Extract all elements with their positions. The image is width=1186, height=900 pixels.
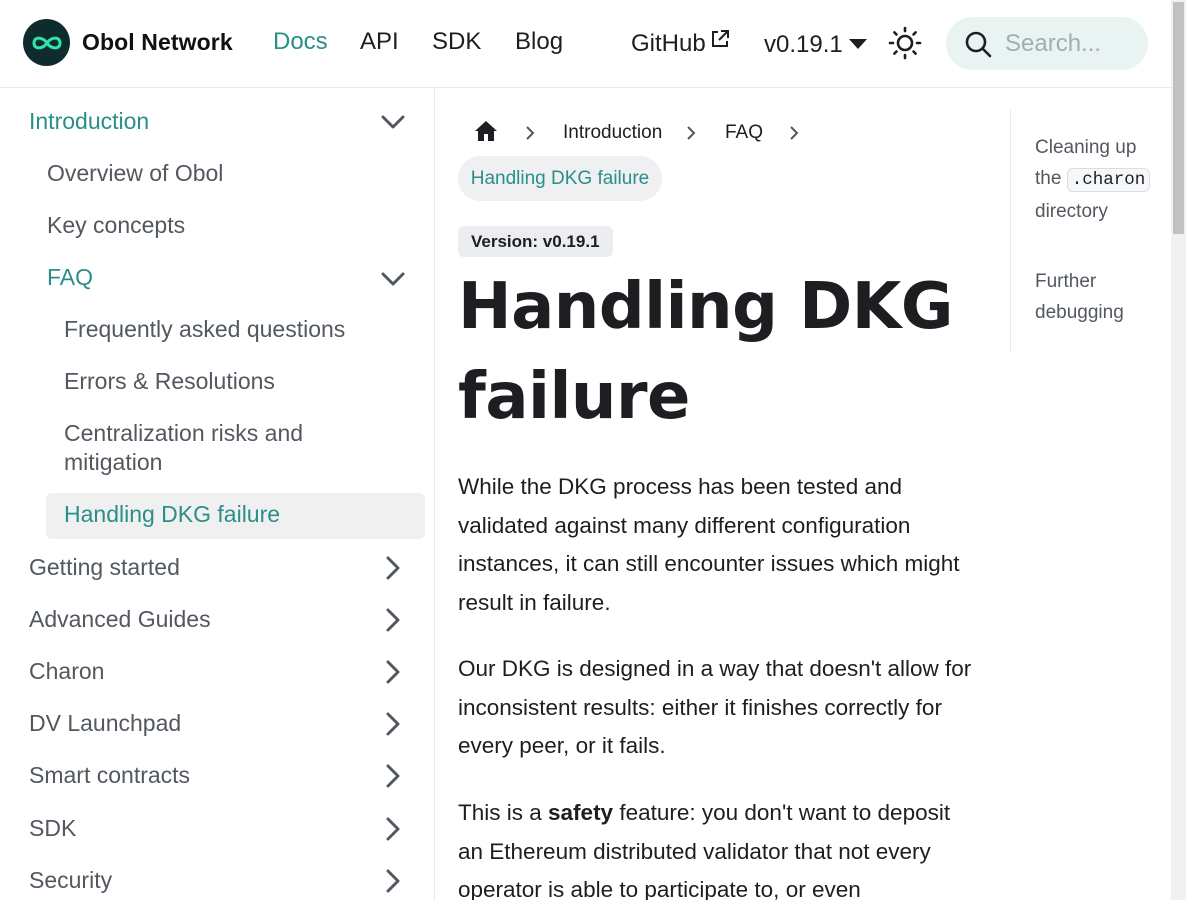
- brand-link[interactable]: Obol Network: [23, 19, 233, 66]
- sidebar: Introduction Overview of Obol Key concep…: [0, 88, 435, 900]
- chevron-right-icon[interactable]: [380, 659, 406, 685]
- obol-logo-icon: [23, 19, 70, 66]
- github-label: GitHub: [631, 30, 706, 57]
- chevron-right-icon[interactable]: [380, 711, 406, 737]
- sidebar-item-dv-launchpad[interactable]: DV Launchpad: [29, 709, 181, 738]
- paragraph-consistency: Our DKG is designed in a way that doesn'…: [458, 656, 972, 758]
- top-navbar: Obol Network Docs API SDK Blog GitHub v0…: [0, 0, 1171, 88]
- sidebar-item-overview[interactable]: Overview of Obol: [47, 159, 223, 188]
- sun-icon: [888, 26, 922, 60]
- nav-blog-link[interactable]: Blog: [515, 28, 563, 56]
- nav-sdk-link[interactable]: SDK: [432, 28, 481, 56]
- chevron-right-icon[interactable]: [380, 607, 406, 633]
- search-box[interactable]: [946, 17, 1148, 70]
- brand-title: Obol Network: [82, 29, 233, 55]
- toc-item-further-debugging[interactable]: Further debugging: [1035, 266, 1160, 328]
- caret-down-icon: [848, 28, 867, 56]
- page-title: Handling DKG failure: [458, 262, 978, 442]
- nav-docs-link[interactable]: Docs: [273, 28, 328, 56]
- nav-github-link[interactable]: GitHub: [631, 28, 730, 58]
- search-input[interactable]: [1005, 29, 1135, 58]
- chevron-right-icon[interactable]: [380, 763, 406, 789]
- chevron-down-icon[interactable]: [380, 109, 406, 135]
- theme-toggle-button[interactable]: [887, 25, 923, 61]
- breadcrumb-separator-icon: [789, 125, 799, 146]
- sidebar-item-errors[interactable]: Errors & Resolutions: [64, 367, 275, 396]
- sidebar-item-faq-questions[interactable]: Frequently asked questions: [64, 315, 345, 344]
- sidebar-item-smart-contracts[interactable]: Smart contracts: [29, 761, 190, 790]
- page-title-line-1: Handling DKG: [458, 270, 953, 344]
- toc-item-cleaning-up-suffix: directory: [1035, 201, 1108, 222]
- sidebar-item-introduction[interactable]: Introduction: [29, 107, 149, 136]
- nav-api-link[interactable]: API: [360, 28, 399, 56]
- chevron-right-icon[interactable]: [380, 555, 406, 581]
- page-title-line-2: failure: [458, 360, 690, 434]
- external-link-icon: [710, 28, 730, 56]
- breadcrumb-current: Handling DKG failure: [458, 156, 662, 201]
- breadcrumb-introduction[interactable]: Introduction: [563, 122, 662, 144]
- page-scrollbar[interactable]: [1171, 0, 1186, 900]
- breadcrumb-separator-icon: [525, 125, 535, 146]
- scrollbar-thumb[interactable]: [1173, 2, 1184, 234]
- table-of-contents: Cleaning up the .charon directory Furthe…: [1010, 110, 1170, 352]
- sidebar-item-advanced-guides[interactable]: Advanced Guides: [29, 605, 211, 634]
- sidebar-item-key-concepts[interactable]: Key concepts: [47, 211, 185, 240]
- version-label: v0.19.1: [764, 31, 843, 58]
- sidebar-item-security[interactable]: Security: [29, 866, 112, 895]
- safety-bold-text: safety: [548, 800, 614, 825]
- sidebar-item-sdk[interactable]: SDK: [29, 814, 76, 843]
- sidebar-item-dkg-failure[interactable]: Handling DKG failure: [64, 500, 280, 529]
- sidebar-item-faq[interactable]: FAQ: [47, 263, 93, 292]
- version-badge: Version: v0.19.1: [458, 226, 613, 257]
- toc-item-cleaning-up[interactable]: Cleaning up the .charon directory: [1035, 132, 1160, 227]
- chevron-right-icon[interactable]: [380, 868, 406, 894]
- charon-code: .charon: [1066, 168, 1151, 192]
- sidebar-item-charon[interactable]: Charon: [29, 657, 104, 686]
- breadcrumb-separator-icon: [686, 125, 696, 146]
- home-icon[interactable]: [474, 120, 498, 147]
- paragraph-intro: While the DKG process has been tested an…: [458, 474, 960, 615]
- search-icon: [965, 31, 992, 57]
- chevron-down-icon[interactable]: [380, 266, 406, 292]
- chevron-right-icon[interactable]: [380, 816, 406, 842]
- paragraph-safety-before: This is a: [458, 800, 549, 825]
- version-dropdown[interactable]: v0.19.1: [764, 28, 867, 59]
- sidebar-item-centralization[interactable]: Centralization risks and mitigation: [64, 419, 364, 477]
- breadcrumb-faq[interactable]: FAQ: [725, 122, 763, 144]
- sidebar-item-getting-started[interactable]: Getting started: [29, 553, 180, 582]
- paragraph-safety: This is a safety feature: you don't want…: [458, 794, 973, 900]
